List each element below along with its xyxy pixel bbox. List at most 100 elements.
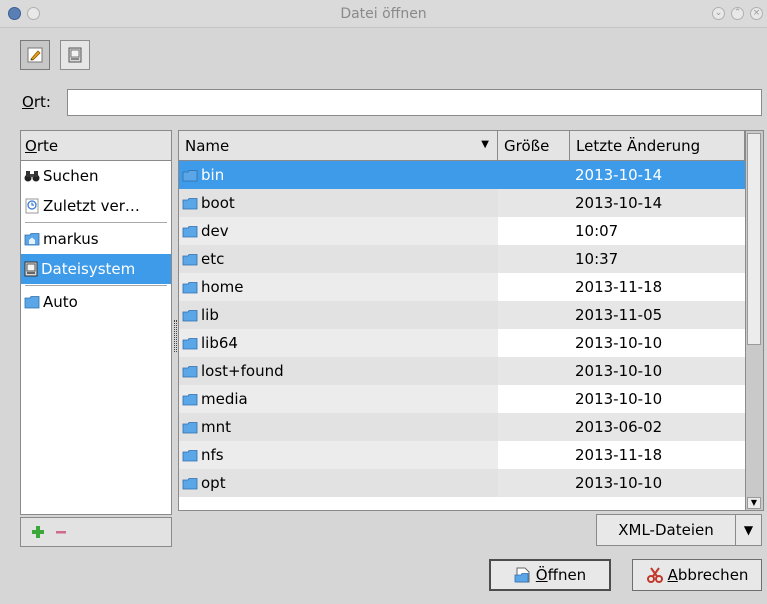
- filter-value: XML-Dateien: [618, 521, 714, 539]
- cancel-button[interactable]: Abbrechen: [632, 559, 762, 591]
- column-header-date[interactable]: Letzte Änderung: [570, 131, 745, 160]
- location-label: Ort:: [22, 93, 51, 111]
- file-date: 2013-10-10: [575, 474, 663, 492]
- place-label: Dateisystem: [41, 260, 136, 278]
- window-title: Datei öffnen: [340, 6, 427, 22]
- places-panel: Orte Suchen Zuletzt ver… markus Dateisys…: [20, 130, 172, 515]
- document-open-icon: [514, 567, 530, 583]
- folder-icon: [182, 337, 198, 349]
- file-name: lib: [201, 306, 219, 324]
- file-name-cell: lib: [179, 301, 498, 329]
- file-date: 2013-11-18: [575, 278, 663, 296]
- folder-icon: [182, 225, 198, 237]
- file-row[interactable]: home 2013-11-18: [179, 273, 745, 301]
- file-row[interactable]: media 2013-10-10: [179, 385, 745, 413]
- scrollbar-thumb[interactable]: [747, 133, 761, 345]
- file-size-cell: [498, 273, 570, 301]
- file-name-cell: lost+found: [179, 357, 498, 385]
- file-list-header: Name ▼ Größe Letzte Änderung: [179, 131, 745, 161]
- file-name-cell: home: [179, 273, 498, 301]
- column-header-name[interactable]: Name ▼: [179, 131, 498, 160]
- folder-icon: [182, 281, 198, 293]
- file-date: 2013-10-14: [575, 194, 663, 212]
- file-name-cell: dev: [179, 217, 498, 245]
- folder-icon: [182, 309, 198, 321]
- path-bar-button[interactable]: [60, 40, 90, 70]
- maximize-button[interactable]: ⌃: [731, 7, 744, 20]
- places-separator: [25, 222, 167, 223]
- column-header-size[interactable]: Größe: [498, 131, 570, 160]
- file-size-cell: [498, 329, 570, 357]
- remove-bookmark-icon[interactable]: [55, 525, 67, 539]
- file-name: lib64: [201, 334, 238, 352]
- file-name-cell: boot: [179, 189, 498, 217]
- file-name: mnt: [201, 418, 231, 436]
- file-row[interactable]: lost+found 2013-10-10: [179, 357, 745, 385]
- folder-icon: [182, 365, 198, 377]
- file-name: lost+found: [201, 362, 284, 380]
- file-name-cell: bin: [179, 161, 498, 189]
- location-input[interactable]: [67, 89, 762, 116]
- file-date: 2013-10-14: [575, 166, 663, 184]
- drive-icon: [68, 47, 82, 63]
- edit-pencil-icon: [27, 47, 43, 63]
- file-row[interactable]: dev 10:07: [179, 217, 745, 245]
- file-row[interactable]: nfs 2013-11-18: [179, 441, 745, 469]
- file-date: 2013-10-10: [575, 362, 663, 380]
- file-size-cell: [498, 385, 570, 413]
- file-row[interactable]: mnt 2013-06-02: [179, 413, 745, 441]
- file-size-cell: [498, 161, 570, 189]
- title-bar: Datei öffnen ⌄ ⌃ ×: [0, 0, 767, 28]
- folder-icon: [182, 253, 198, 265]
- file-row[interactable]: bin 2013-10-14: [179, 161, 745, 189]
- file-size-cell: [498, 217, 570, 245]
- place-item-auto[interactable]: Auto: [21, 287, 171, 317]
- file-name: dev: [201, 222, 229, 240]
- scroll-down-arrow[interactable]: ▼: [747, 497, 761, 509]
- file-row[interactable]: lib 2013-11-05: [179, 301, 745, 329]
- file-name: boot: [201, 194, 235, 212]
- open-button[interactable]: Öffnen: [489, 559, 611, 591]
- file-date: 2013-06-02: [575, 418, 663, 436]
- file-name-cell: opt: [179, 469, 498, 497]
- place-item-search[interactable]: Suchen: [21, 161, 171, 191]
- file-date: 2013-10-10: [575, 334, 663, 352]
- place-item-filesystem[interactable]: Dateisystem: [21, 254, 171, 284]
- add-bookmark-icon[interactable]: [31, 525, 45, 539]
- close-button[interactable]: ×: [750, 7, 763, 20]
- file-name-cell: etc: [179, 245, 498, 273]
- file-name: nfs: [201, 446, 224, 464]
- type-location-button[interactable]: [20, 40, 50, 70]
- place-label: markus: [43, 230, 99, 248]
- file-row[interactable]: etc 10:37: [179, 245, 745, 273]
- file-size-cell: [498, 469, 570, 497]
- place-item-recent[interactable]: Zuletzt ver…: [21, 191, 171, 221]
- cancel-scissors-icon: [646, 567, 663, 583]
- file-date: 2013-11-05: [575, 306, 663, 324]
- places-header[interactable]: Orte: [21, 131, 171, 161]
- file-name-cell: mnt: [179, 413, 498, 441]
- drive-icon: [24, 261, 38, 277]
- file-size-cell: [498, 245, 570, 273]
- file-size-cell: [498, 357, 570, 385]
- file-date: 2013-11-18: [575, 446, 663, 464]
- place-item-home[interactable]: markus: [21, 224, 171, 254]
- file-type-filter[interactable]: XML-Dateien ▼: [596, 514, 762, 546]
- file-size-cell: [498, 413, 570, 441]
- file-row[interactable]: opt 2013-10-10: [179, 469, 745, 497]
- file-rows: bin 2013-10-14 boot 2013-10-14 dev 10:07 etc 10…: [179, 161, 745, 497]
- place-label: Zuletzt ver…: [43, 197, 140, 215]
- file-name: media: [201, 390, 248, 408]
- file-list: Name ▼ Größe Letzte Änderung bin 2013-10-…: [178, 130, 764, 511]
- vertical-scrollbar[interactable]: ▼: [745, 131, 763, 510]
- recent-icon: [25, 198, 39, 214]
- sort-down-icon: ▼: [481, 139, 489, 150]
- file-size-cell: [498, 301, 570, 329]
- file-name: opt: [201, 474, 226, 492]
- file-name-cell: media: [179, 385, 498, 413]
- dropdown-arrow-icon[interactable]: ▼: [735, 515, 761, 545]
- file-row[interactable]: lib64 2013-10-10: [179, 329, 745, 357]
- file-row[interactable]: boot 2013-10-14: [179, 189, 745, 217]
- minimize-button[interactable]: ⌄: [712, 7, 725, 20]
- pane-splitter-handle[interactable]: [174, 320, 177, 352]
